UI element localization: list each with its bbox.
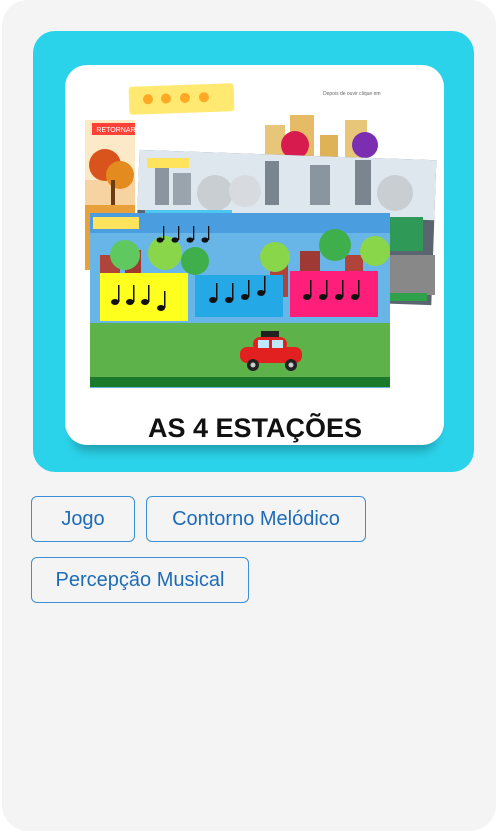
game-preview-illustration: RETORNAR Depois de ouvir clique em AS 4 … [85,91,437,443]
flower-icon [198,92,210,103]
flower-icon [160,93,172,104]
product-thumbnail-frame[interactable]: RETORNAR Depois de ouvir clique em AS 4 … [33,31,474,472]
back-button-art-label: RETORNAR [96,127,135,134]
decorative-tape [128,83,235,115]
product-thumbnail[interactable]: RETORNAR Depois de ouvir clique em AS 4 … [65,65,444,445]
product-card[interactable]: RETORNAR Depois de ouvir clique em AS 4 … [2,0,496,831]
flower-icon [179,92,191,104]
instruction-small-text: Depois de ouvir clique em [323,91,381,97]
flower-icon [142,93,154,105]
tag-contorno-melodico[interactable]: Contorno Melódico [146,496,366,542]
tag-percepcao-musical[interactable]: Percepção Musical [31,557,249,603]
tag-jogo[interactable]: Jogo [31,496,135,542]
spring-slide [90,213,390,388]
game-title-art: AS 4 ESTAÇÕES [148,412,362,443]
